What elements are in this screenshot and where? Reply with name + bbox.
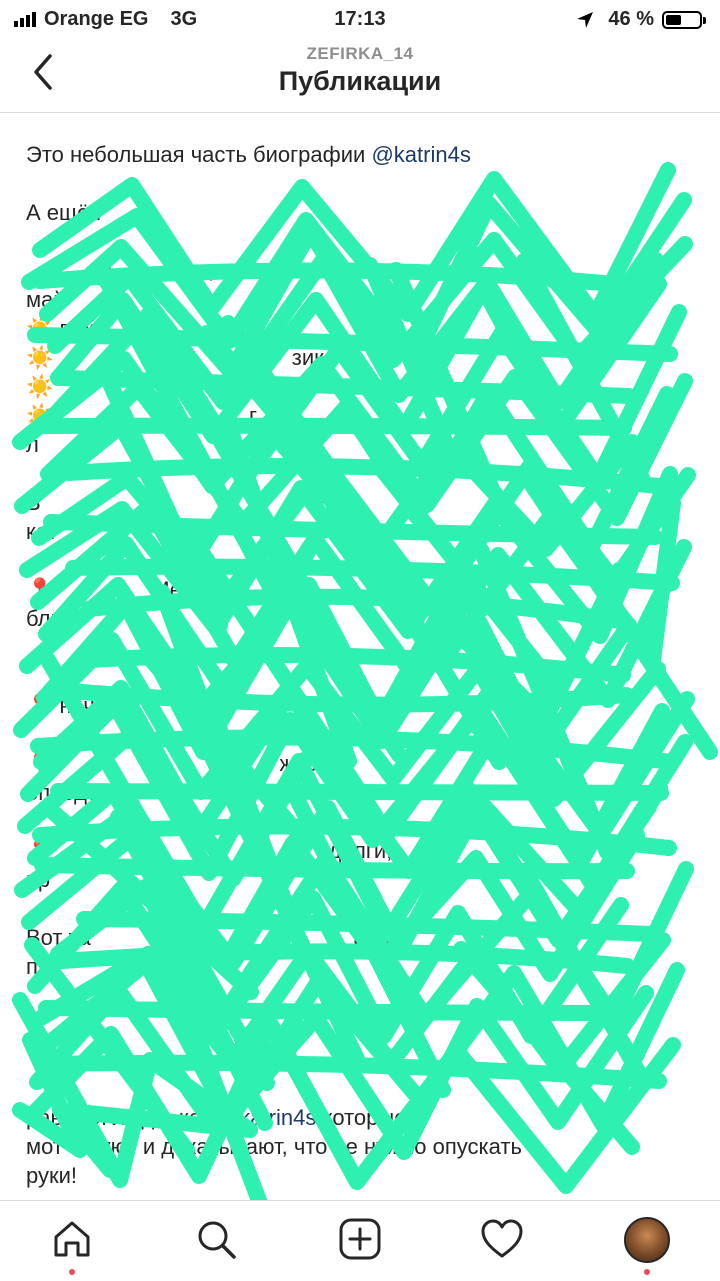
notification-dot [69,1269,75,1275]
caption-line: ☀️ [26,374,54,399]
caption-text: Это небольшая часть биографии [26,142,372,167]
scribble-stroke [33,955,685,1133]
caption-line: 📍 , долги, [26,838,393,863]
bottom-tab-bar [0,1200,720,1281]
caption-line: руки! [26,1163,78,1188]
caption-line: А ещё : [26,200,102,225]
caption-line: 10 са, к ила [26,258,292,283]
post-caption: Это небольшая часть биографии @katrin4s … [26,140,694,981]
caption-line: Это небольшая часть биографии @katrin4s [26,140,694,169]
caption-line: пр [26,867,51,892]
scribble-stroke [38,1000,628,1021]
caption-line: п [26,954,38,979]
caption-text: которые [316,1105,407,1130]
caption-line: кот [26,519,58,544]
post-caption-end: равятся люди, как @katrin4s которые мот … [26,1103,694,1190]
caption-line: опреде [26,780,100,805]
caption-line: 📍 Мечты с [26,577,383,602]
search-icon[interactable] [192,1215,240,1263]
status-right: 46 % [576,8,706,31]
home-icon[interactable] [48,1215,96,1263]
caption-line: равятся люди, как @katrin4s которые [26,1103,694,1132]
caption-line: ☀️ поху [26,316,106,341]
caption-line: Вот та ала [26,925,391,950]
scribble-stroke [175,951,273,1131]
header-username: ZEFIRKA_14 [306,44,414,63]
caption-line: ☀️ г, 9 ти в [26,403,399,428]
battery-icon [662,10,706,29]
obscured-text-block: 10 са, к ила май ☀️ поху ☀️ зике ☀️ ☀️ г, 9 т… [26,256,694,981]
caption-line: близ [26,606,73,631]
scribble-stroke [43,1054,667,1089]
profile-avatar[interactable] [624,1217,670,1263]
battery-fill [666,14,681,25]
battery-percent: 46 % [608,8,654,30]
caption-line: 📍 жизни [26,751,342,776]
status-bar: Orange EG 3G 17:13 46 % [0,0,720,40]
caption-text: равятся люди, как [26,1105,217,1130]
caption-line: 📍 нача ть [26,693,392,718]
mention-link[interactable]: @katrin4s [217,1105,316,1130]
mention-link[interactable]: @katrin4s [371,142,470,167]
heart-icon[interactable] [478,1215,526,1263]
location-arrow-icon [577,11,594,28]
caption-line: май [26,287,66,312]
caption-line: л [26,432,39,457]
new-post-icon[interactable] [336,1215,384,1263]
battery-cap [703,16,706,24]
caption-line: В ках, [26,490,356,515]
page-title: Публикации [278,66,442,96]
caption-line: мот уют и доказывают, что не нужно опуск… [26,1134,522,1159]
nav-header: ZEFIRKA_14 Публикации [0,40,720,113]
notification-dot [644,1269,650,1275]
caption-line: ☀️ зике [26,345,337,370]
